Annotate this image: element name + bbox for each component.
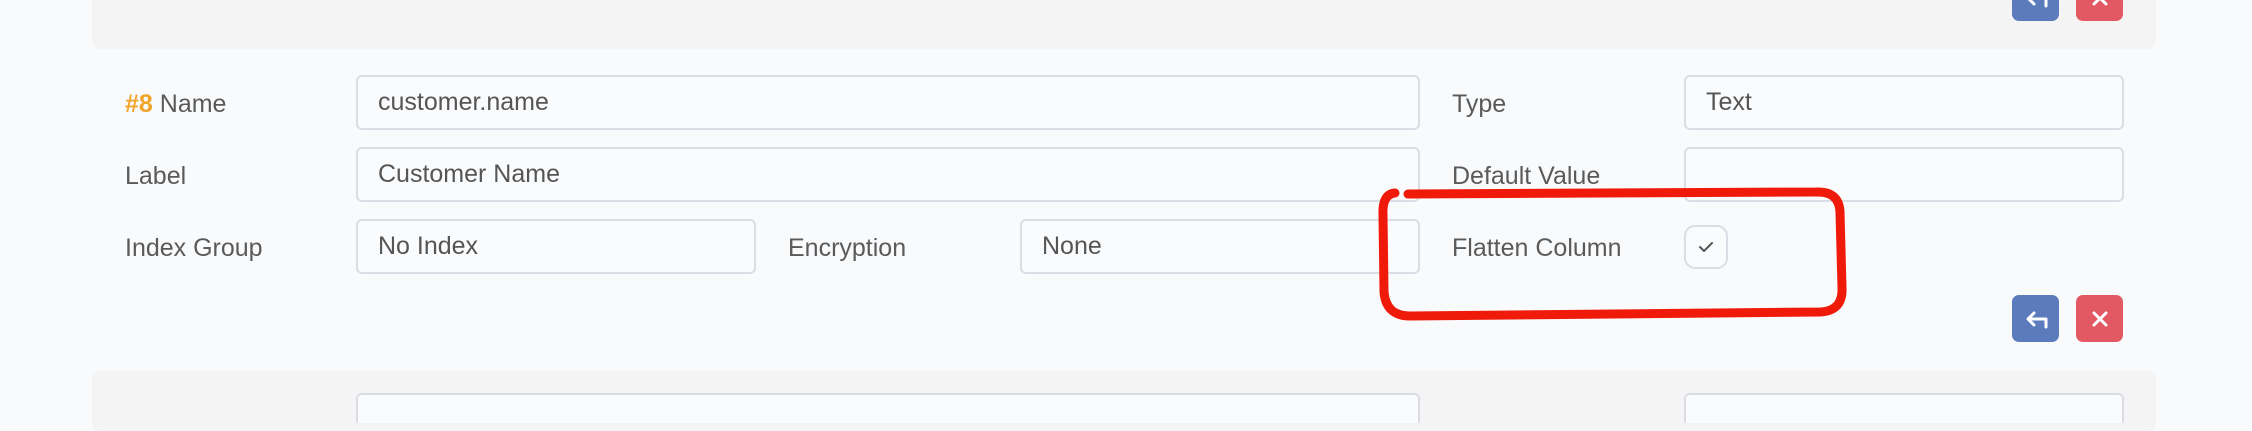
previous-column-card xyxy=(92,0,2156,49)
type-label: Type xyxy=(1452,90,1507,118)
encryption-label: Encryption xyxy=(788,234,907,262)
checkmark-icon xyxy=(1699,242,1713,252)
index-group-label: Index Group xyxy=(125,234,263,262)
encryption-select[interactable]: None xyxy=(1020,219,1420,274)
column-name-label: #8 Name xyxy=(125,89,226,119)
prev-undo-button[interactable] xyxy=(2012,0,2059,21)
delete-button[interactable] xyxy=(2076,295,2123,342)
undo-arrow-icon xyxy=(2026,311,2047,328)
close-x-icon xyxy=(2092,0,2107,5)
next-column-card xyxy=(92,371,2156,431)
undo-button[interactable] xyxy=(2012,295,2059,342)
name-input[interactable]: customer.name xyxy=(356,75,1420,130)
undo-arrow-icon xyxy=(2027,0,2047,7)
label-input[interactable]: Customer Name xyxy=(356,147,1420,202)
name-label-text: Name xyxy=(159,90,227,118)
column-number: #8 xyxy=(125,90,153,118)
type-select[interactable]: Text xyxy=(1684,75,2124,130)
close-x-icon xyxy=(2092,311,2107,326)
flatten-column-checkbox[interactable] xyxy=(1684,225,1728,269)
prev-delete-button[interactable] xyxy=(2076,0,2123,21)
next-type-input-edge xyxy=(1684,393,2124,423)
default-value-label: Default Value xyxy=(1452,162,1601,190)
next-name-input-edge xyxy=(356,393,1420,423)
default-value-input[interactable] xyxy=(1684,147,2124,202)
label-label: Label xyxy=(125,162,187,190)
index-group-select[interactable]: No Index xyxy=(356,219,756,274)
flatten-column-label: Flatten Column xyxy=(1452,234,1622,262)
